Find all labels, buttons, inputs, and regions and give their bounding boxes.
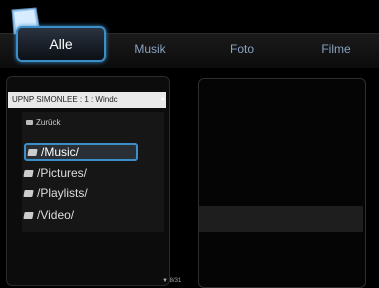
list-item-label: /Video/ xyxy=(37,208,75,222)
network-folder-icon xyxy=(23,189,34,197)
back-item[interactable]: Zurück xyxy=(26,118,60,127)
list-item-pictures[interactable]: /Pictures/ xyxy=(23,164,88,182)
pager: ▼ 8/31 xyxy=(162,278,181,284)
network-folder-icon xyxy=(23,211,34,219)
list-item-music[interactable]: /Music/ xyxy=(24,143,138,161)
preview-info-bar xyxy=(199,206,363,232)
list-item-video[interactable]: /Video/ xyxy=(23,206,75,224)
list-item-label: /Playlists/ xyxy=(37,186,88,200)
back-label: Zurück xyxy=(36,118,61,127)
page-counter: 8/31 xyxy=(169,278,182,284)
tab-foto[interactable]: Foto xyxy=(212,42,272,56)
preview-panel xyxy=(198,78,366,288)
network-folder-icon xyxy=(27,148,38,156)
source-header: UPNP SIMONLEE : 1 : Windc xyxy=(8,92,166,108)
tab-alle[interactable]: Alle xyxy=(16,26,106,62)
list-item-playlists[interactable]: /Playlists/ xyxy=(23,184,88,202)
scroll-up-icon[interactable]: ▲ xyxy=(160,96,166,102)
tab-musik[interactable]: Musik xyxy=(120,42,180,56)
tab-alle-label: Alle xyxy=(49,36,73,52)
list-item-label: /Pictures/ xyxy=(37,166,88,180)
network-folder-icon xyxy=(23,169,34,177)
tab-filme[interactable]: Filme xyxy=(306,42,366,56)
folder-icon xyxy=(26,120,33,125)
scroll-down-icon[interactable]: ▼ xyxy=(162,278,170,284)
list-item-label: /Music/ xyxy=(41,145,80,159)
